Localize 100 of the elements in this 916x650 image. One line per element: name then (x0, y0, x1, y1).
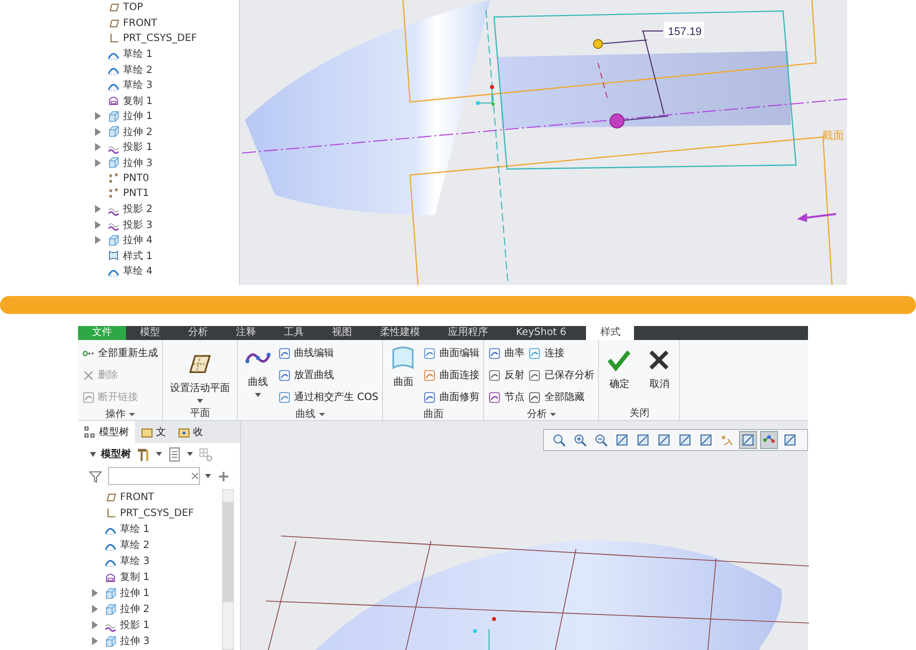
tree-item[interactable]: 草绘 1 (120, 522, 150, 536)
list-icon[interactable] (167, 446, 182, 462)
group-label[interactable]: 曲线 (296, 407, 316, 421)
ribbon-tab[interactable]: 注释 (222, 326, 270, 340)
tree-item[interactable]: 草绘 3 (123, 78, 153, 92)
tool-button[interactable]: 节点 (488, 387, 524, 407)
tree-item[interactable]: PRT_CSYS_DEF (123, 33, 197, 44)
surface-icon (390, 345, 416, 371)
group-label[interactable]: 操作 (106, 407, 126, 421)
tool-button[interactable]: 反射 (488, 365, 524, 385)
group-label: 关闭 (629, 406, 650, 420)
ribbon-tab[interactable]: KeyShot 6 (502, 326, 580, 340)
collapse-arrow[interactable] (90, 452, 96, 456)
panel-tab[interactable]: 收 (172, 421, 209, 443)
tool-button[interactable]: 曲线编辑 (278, 343, 378, 363)
expand-arrow[interactable] (95, 236, 101, 244)
ribbon-tab[interactable]: 模型 (126, 326, 174, 340)
tree-item[interactable]: TOP (123, 2, 144, 14)
tool-button[interactable]: 曲率 (488, 343, 524, 363)
folder-icon (141, 426, 153, 438)
expand-arrow[interactable] (95, 128, 101, 136)
scrollbar[interactable] (222, 489, 234, 650)
tool-button[interactable]: 通过相交产生 COS (278, 387, 378, 407)
tool-button[interactable]: 全部重新生成 (82, 343, 158, 363)
expand-arrow[interactable] (92, 637, 98, 645)
tool-button[interactable]: 设置活动平面 (167, 343, 233, 405)
tools-icon[interactable] (136, 446, 151, 462)
arrow-icon (797, 213, 836, 222)
tree-item[interactable]: 拉伸 1 (120, 586, 150, 600)
tree-item[interactable]: 拉伸 4 (123, 233, 153, 248)
caret-icon[interactable] (205, 474, 211, 478)
tree-item[interactable]: FRONT (120, 492, 154, 502)
tree-item[interactable]: 投影 1 (120, 618, 150, 632)
caret-icon[interactable] (156, 452, 162, 456)
tree-item[interactable]: 复制 1 (120, 570, 150, 584)
tree-item[interactable]: 草绘 2 (120, 538, 150, 552)
panel-tab[interactable]: 模型树 (78, 421, 135, 443)
tool-button[interactable]: 全部隐藏 (528, 387, 594, 407)
tree-item[interactable]: 拉伸 1 (123, 109, 153, 124)
cross-marks-icon (107, 187, 120, 200)
tree-item[interactable]: 样式 1 (123, 248, 153, 263)
tree-item[interactable]: PRT_CSYS_DEF (120, 508, 194, 518)
tree-icon (84, 426, 96, 438)
caret-icon (197, 399, 203, 403)
tree-item[interactable]: 投影 2 (123, 202, 153, 216)
tool-button[interactable]: 曲面编辑 (423, 343, 480, 363)
tool-button[interactable]: 曲面修剪 (423, 387, 480, 407)
clear-icon[interactable] (191, 472, 199, 480)
expand-arrow[interactable] (95, 205, 101, 214)
group-label[interactable]: 分析 (526, 407, 547, 421)
ribbon-tab[interactable]: 应用程序 (434, 326, 502, 340)
tool-button[interactable]: 取消 (643, 343, 676, 405)
expand-arrow[interactable] (95, 158, 101, 167)
ribbon-tab[interactable]: 分析 (174, 326, 222, 340)
caret-icon (550, 412, 556, 416)
ribbon-tab[interactable]: 柔性建模 (366, 326, 434, 340)
tree-item[interactable]: 草绘 3 (120, 554, 150, 568)
tool-button[interactable]: 曲面 (387, 343, 420, 407)
tree-item[interactable]: 草绘 4 (123, 264, 153, 278)
caret-icon (255, 393, 261, 397)
nodes-icon[interactable] (760, 431, 778, 449)
ribbon-tab[interactable]: 视图 (318, 326, 366, 340)
filter-icon[interactable] (88, 468, 103, 484)
tool-button[interactable]: 确定 (603, 343, 636, 405)
ribbon-tab[interactable]: 样式 (586, 326, 634, 340)
plane-label: 截面 (822, 129, 844, 142)
cross-marks-icon (107, 172, 120, 185)
tool-button[interactable]: 曲线 (242, 343, 274, 407)
expand-arrow[interactable] (95, 143, 101, 152)
expand-arrow[interactable] (92, 589, 98, 597)
caret-icon (318, 412, 325, 416)
tree-item[interactable]: 拉伸 2 (123, 124, 153, 139)
caret-icon[interactable] (187, 452, 193, 456)
tool-button[interactable]: 放置曲线 (278, 365, 378, 385)
point-handle[interactable] (610, 114, 624, 128)
tool-button[interactable]: 连接 (528, 343, 594, 363)
outline-shape-icon (107, 94, 120, 108)
expand-arrow[interactable] (92, 605, 98, 613)
tree-item[interactable]: 拉伸 3 (123, 156, 153, 170)
tree-item[interactable]: 草绘 2 (123, 62, 153, 77)
tree-item[interactable]: PNT0 (123, 172, 149, 184)
coordinate-axes-icon (476, 85, 495, 106)
tree-item[interactable]: 复制 1 (123, 94, 153, 108)
panel-tab[interactable]: 文 (135, 421, 172, 443)
tree-item[interactable]: 草绘 1 (123, 47, 153, 62)
tree-item[interactable]: FRONT (123, 18, 158, 29)
search-field[interactable] (108, 467, 200, 485)
expand-arrow[interactable] (95, 220, 101, 229)
group-label: 曲面 (423, 408, 444, 421)
tree-item[interactable]: PNT1 (123, 188, 149, 200)
ribbon-tab[interactable]: 工具 (270, 326, 318, 340)
tool-button[interactable]: 曲面连接 (423, 365, 480, 385)
tool-button[interactable]: 已保存分析 (528, 365, 594, 385)
tree-item[interactable]: 投影 1 (123, 140, 153, 154)
point-handle[interactable] (593, 39, 603, 49)
tree-item[interactable]: 拉伸 2 (120, 602, 150, 616)
tree-item[interactable]: 投影 3 (123, 218, 153, 232)
expand-arrow[interactable] (92, 621, 98, 629)
expand-arrow[interactable] (95, 112, 101, 120)
tree-item[interactable]: 拉伸 3 (120, 634, 150, 648)
